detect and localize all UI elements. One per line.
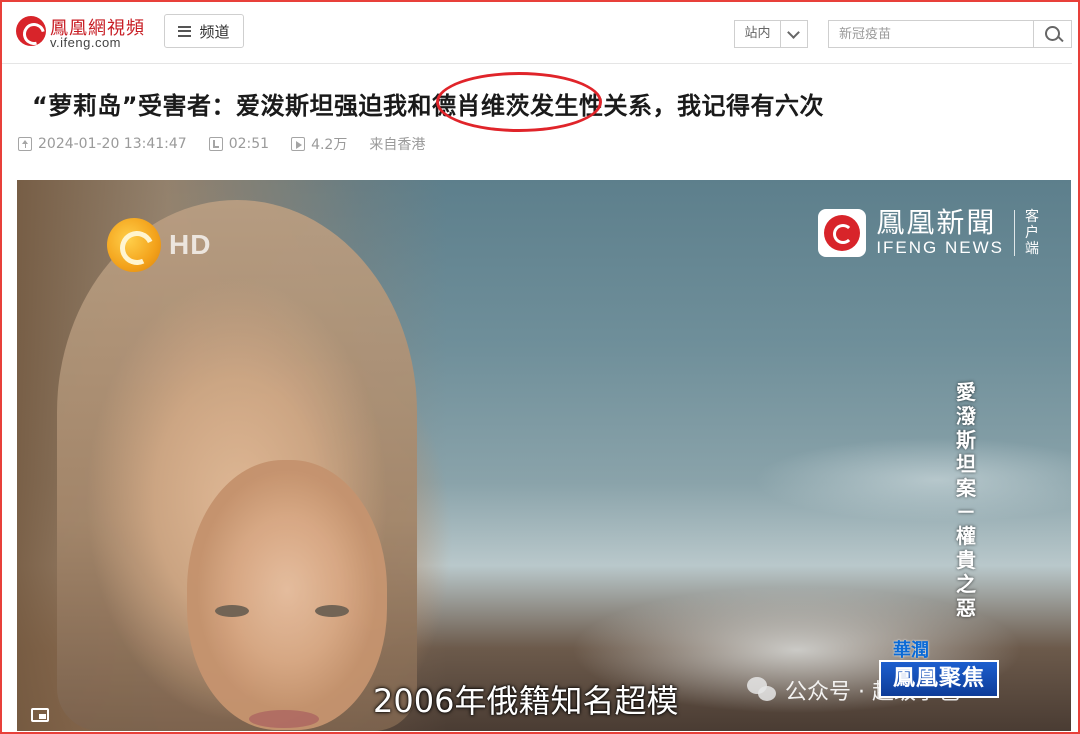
news-logo-text: 鳳凰新聞 IFENG NEWS	[876, 208, 1004, 258]
lips	[249, 710, 319, 728]
vertical-caption: 愛潑斯坦案－權貴之惡	[956, 380, 976, 620]
video-subtitle: 2006年俄籍知名超模	[373, 682, 679, 720]
search-scope-select[interactable]: 站内	[734, 20, 808, 48]
page-title: “萝莉岛”受害者：爱泼斯坦强迫我和德肖维茨发生性关系，我记得有六次	[32, 92, 825, 120]
hd-label: HD	[169, 229, 212, 260]
published-time: 2024-01-20 13:41:47	[38, 136, 187, 152]
video-subject-hair	[57, 200, 417, 731]
meta-duration: 02:51	[208, 136, 270, 152]
meta-source: 来自香港	[369, 134, 425, 154]
video-player[interactable]: HD 鳳凰新聞 IFENG NEWS 客户端 愛潑斯坦案－權貴之惡 2006年俄…	[17, 180, 1071, 731]
news-logo-english: IFENG NEWS	[876, 238, 1004, 257]
search-scope-label: 站内	[735, 21, 781, 47]
news-logo-chinese: 鳳凰新聞	[876, 206, 997, 239]
ifeng-phoenix-icon	[16, 16, 46, 46]
video-meta: 2024-01-20 13:41:47 02:51 4.2万 来自香港	[18, 134, 447, 154]
hd-channel-badge: HD	[107, 218, 211, 272]
show-logo: 華潤 鳳凰聚焦	[875, 636, 1005, 706]
duration-icon	[208, 137, 223, 151]
wechat-icon	[747, 677, 777, 703]
news-logo-app-label: 客户端	[1025, 209, 1039, 257]
search-icon[interactable]	[1033, 21, 1071, 47]
search-input[interactable]	[829, 21, 1033, 47]
upload-icon	[18, 137, 32, 151]
play-count-icon	[291, 137, 306, 151]
video-subject-face	[187, 460, 387, 730]
play-count: 4.2万	[311, 137, 348, 153]
chevron-down-icon	[781, 21, 807, 47]
channel-menu-button[interactable]: 频道	[164, 14, 244, 48]
right-eye	[315, 605, 349, 617]
video-source: 来自香港	[369, 137, 426, 153]
ifeng-news-icon	[818, 209, 867, 257]
logo-domain-text: v.ifeng.com	[50, 35, 122, 50]
show-name: 鳳凰聚焦	[879, 660, 999, 698]
left-eye	[215, 605, 249, 617]
site-header: 鳳凰網視頻 v.ifeng.com 频道 站内	[2, 2, 1072, 64]
red-highlight-circle	[436, 72, 602, 132]
phoenix-tv-icon	[107, 218, 161, 272]
hamburger-menu-icon	[178, 25, 192, 37]
ifeng-news-logo: 鳳凰新聞 IFENG NEWS 客户端	[818, 208, 1041, 258]
meta-published: 2024-01-20 13:41:47	[18, 136, 187, 152]
meta-plays: 4.2万	[291, 134, 347, 154]
site-logo[interactable]: 鳳凰網視頻 v.ifeng.com	[16, 14, 146, 52]
search-box	[828, 20, 1072, 48]
video-duration: 02:51	[228, 136, 270, 152]
channel-button-label: 频道	[199, 22, 230, 41]
picture-in-picture-icon[interactable]	[31, 708, 49, 722]
news-logo-divider	[1014, 210, 1015, 256]
show-sponsor: 華潤	[893, 640, 929, 661]
